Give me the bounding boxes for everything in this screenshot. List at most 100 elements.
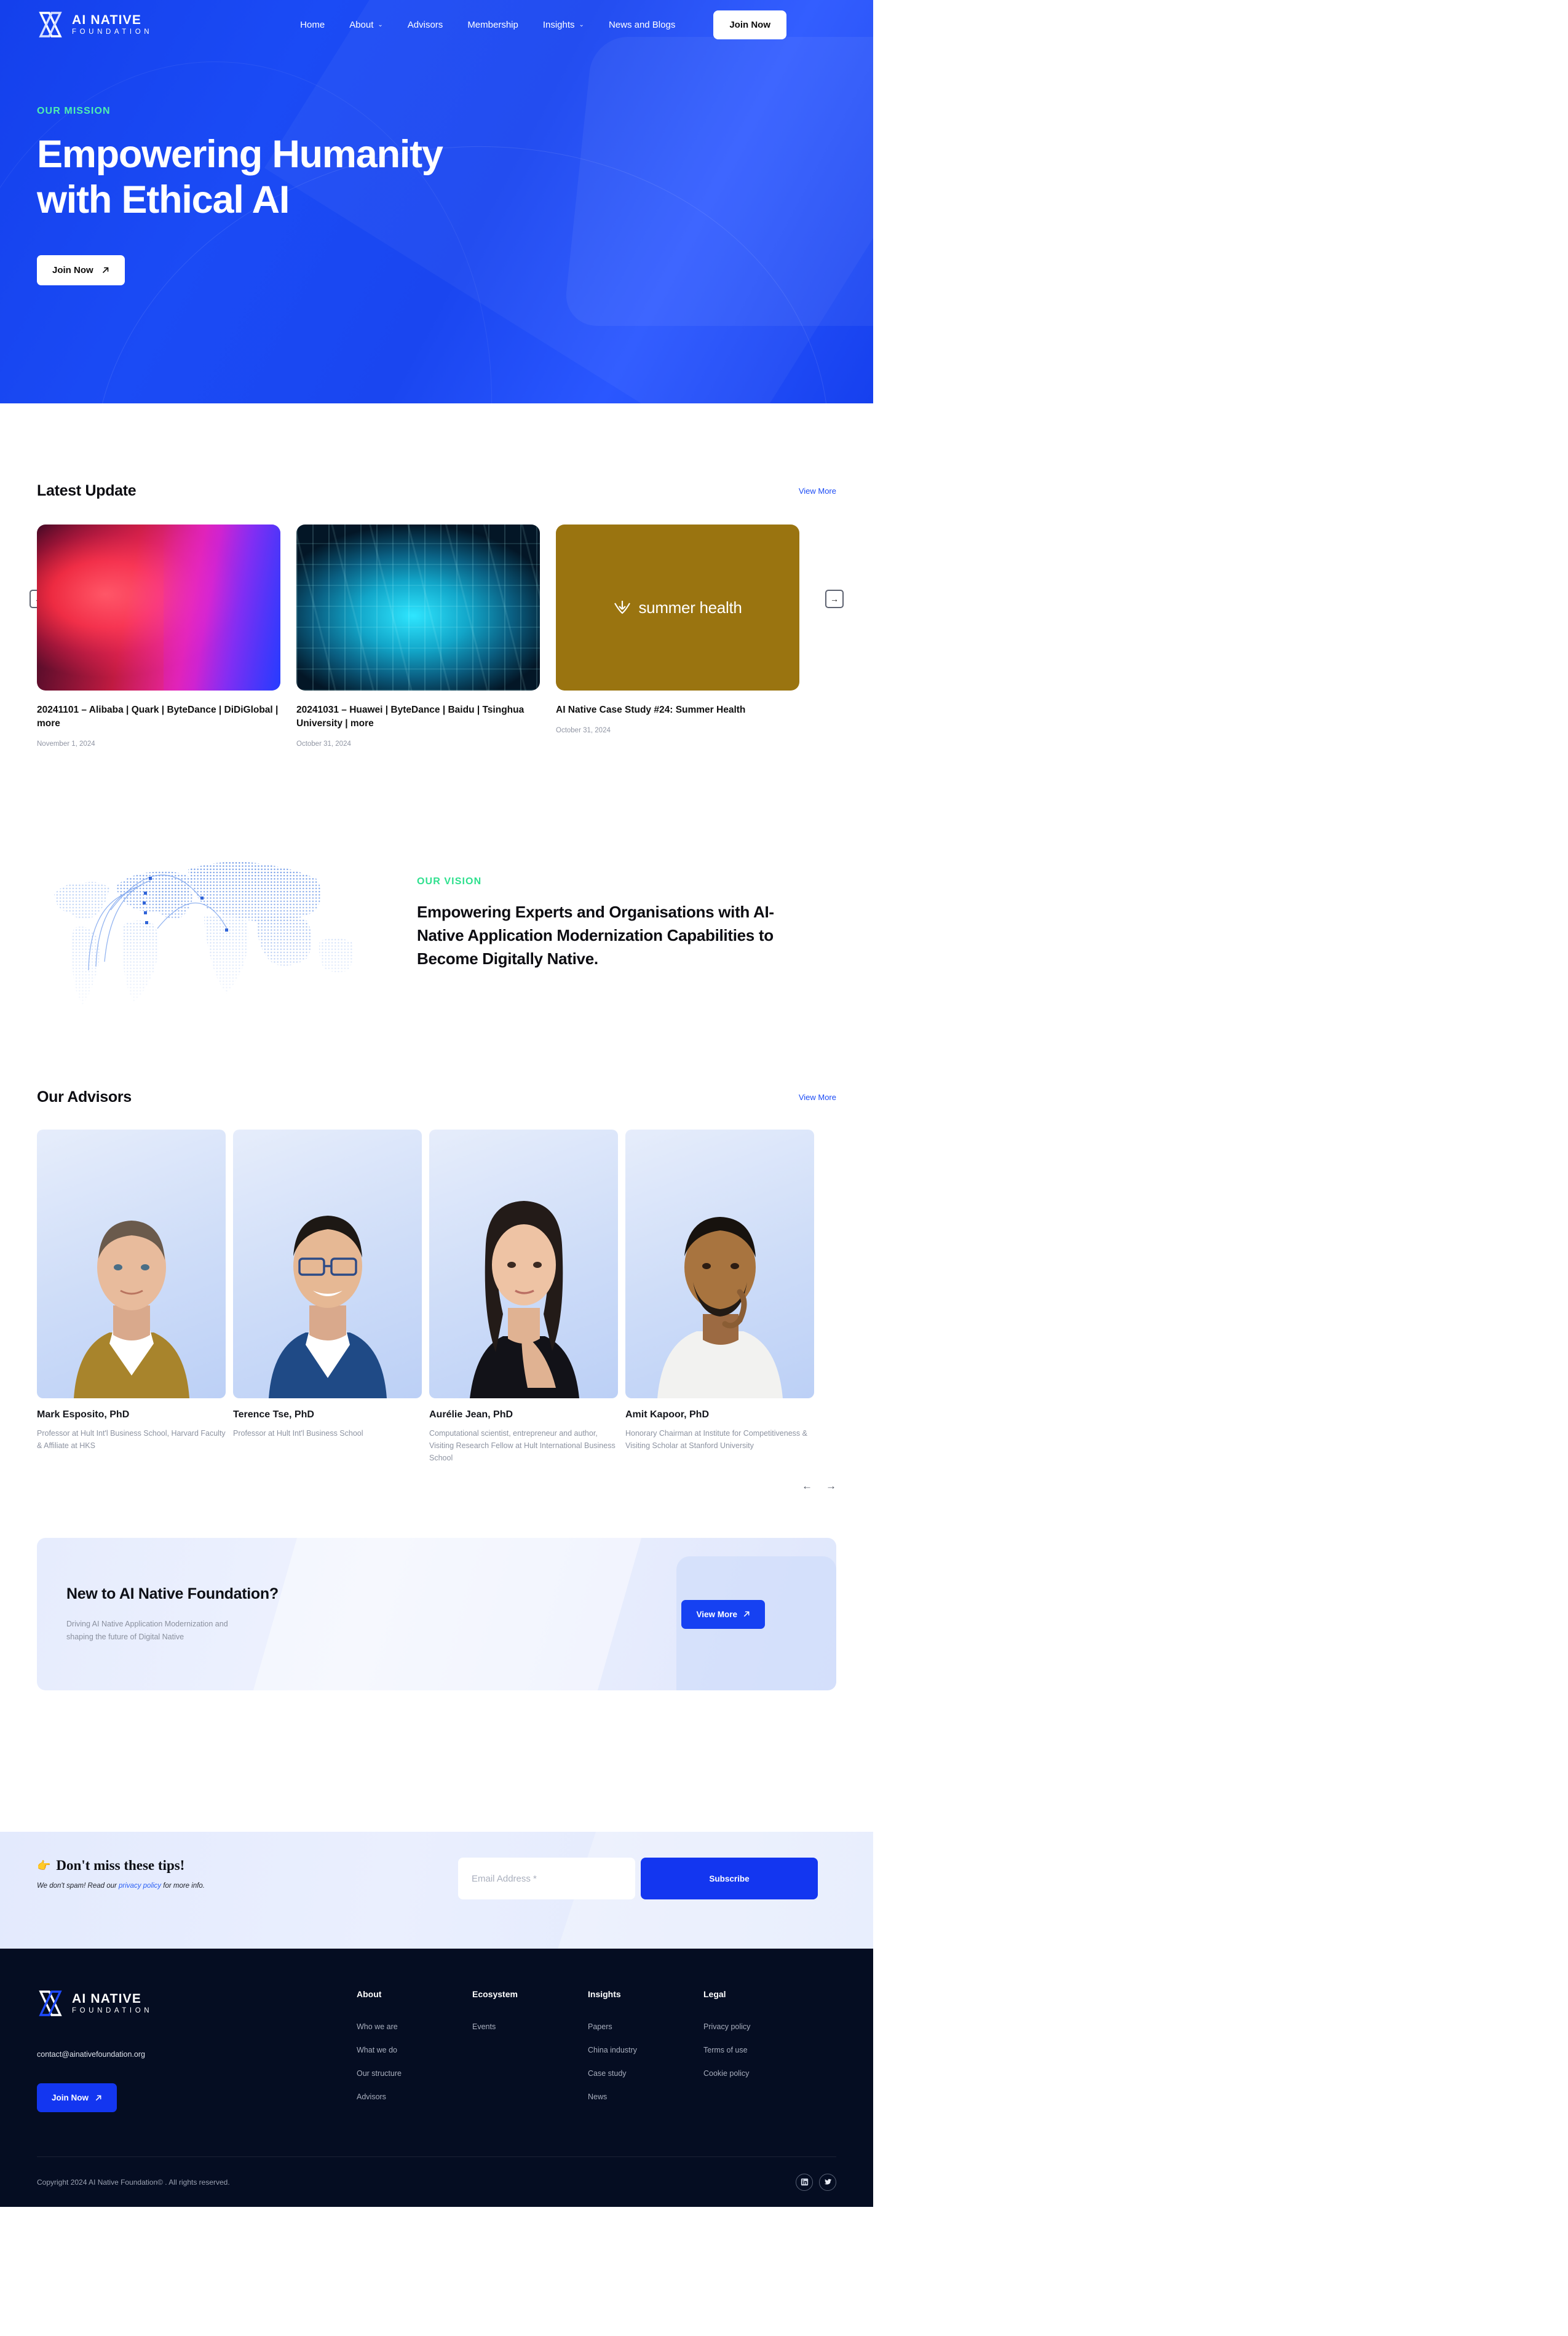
- nav-item-membership[interactable]: Membership: [455, 20, 531, 30]
- nav-links: Home About ⌄ Advisors Membership Insight…: [288, 10, 787, 39]
- footer-link[interactable]: What we do: [357, 2046, 472, 2054]
- latest-card[interactable]: 20241101 – Alibaba | Quark | ByteDance |…: [37, 525, 280, 748]
- footer-column-about: About Who we are What we do Our structur…: [357, 1989, 472, 2112]
- cta-view-more-label: View More: [696, 1609, 737, 1619]
- pointing-hand-icon: 👉: [37, 1859, 51, 1872]
- advisors-next-button[interactable]: →: [826, 1480, 836, 1492]
- ai-native-infinity-logo-icon: [39, 12, 62, 38]
- nav-item-label: Advisors: [407, 19, 443, 30]
- chevron-down-icon: ⌄: [579, 21, 584, 28]
- hero-join-now-button[interactable]: Join Now: [37, 255, 125, 285]
- advisor-card[interactable]: Mark Esposito, PhD Professor at Hult Int…: [37, 1130, 226, 1465]
- advisor-card[interactable]: Terence Tse, PhD Professor at Hult Int'l…: [233, 1130, 422, 1465]
- footer-column-title: About: [357, 1989, 382, 2000]
- chevron-down-icon: ⌄: [378, 21, 383, 28]
- advisor-role: Honorary Chairman at Institute for Compe…: [625, 1429, 807, 1450]
- email-input[interactable]: [458, 1858, 635, 1900]
- latest-update-carousel: ← → 20241101 – Alibaba | Quark | ByteDan…: [30, 525, 844, 748]
- nav-item-label: About: [349, 19, 374, 30]
- dotted-world-map-icon: [54, 861, 354, 1005]
- nav-item-insights[interactable]: Insights ⌄: [531, 20, 596, 30]
- advisor-card[interactable]: Aurélie Jean, PhD Computational scientis…: [429, 1130, 618, 1465]
- latest-card[interactable]: summer health AI Native Case Study #24: …: [556, 525, 799, 748]
- footer-link[interactable]: Cookie policy: [703, 2069, 819, 2078]
- page-root: AI NATIVE FOUNDATION Home About ⌄ Adviso…: [0, 0, 873, 2207]
- nav-item-home[interactable]: Home: [288, 20, 337, 30]
- footer-link[interactable]: Our structure: [357, 2069, 472, 2078]
- advisor-role: Professor at Hult Int'l Business School,…: [37, 1429, 226, 1450]
- footer-top: AI NATIVE FOUNDATION contact@ainativefou…: [37, 1989, 836, 2113]
- portrait-long-dark-hair-icon: [470, 1201, 579, 1398]
- footer-link[interactable]: Events: [472, 2022, 588, 2031]
- newsletter-subtitle: We don't spam! Read our privacy policy f…: [37, 1882, 458, 1890]
- hero-title: Empowering Humanity with Ethical AI: [37, 132, 590, 223]
- footer-brand: AI NATIVE FOUNDATION contact@ainativefou…: [37, 1989, 357, 2113]
- newsletter-copy: 👉 Don't miss these tips! We don't spam! …: [37, 1858, 458, 1890]
- vision-world-map-image: [37, 820, 394, 1023]
- footer-logo[interactable]: AI NATIVE FOUNDATION: [37, 1989, 357, 2017]
- latest-card-image: [296, 525, 540, 691]
- cta-view-more-button[interactable]: View More: [681, 1599, 765, 1629]
- linkedin-link[interactable]: [796, 2173, 813, 2191]
- nav-item-about[interactable]: About ⌄: [337, 20, 395, 30]
- nav-item-advisors[interactable]: Advisors: [395, 20, 456, 30]
- latest-update-section: Latest Update View More ← → 20241101 – A…: [0, 482, 873, 748]
- latest-view-more-link[interactable]: View More: [799, 486, 836, 496]
- cta-copy: New to AI Native Foundation? Driving AI …: [66, 1585, 681, 1644]
- nav-item-label: News and Blogs: [608, 19, 676, 30]
- footer-link[interactable]: News: [588, 2093, 703, 2101]
- footer-column-legal: Legal Privacy policy Terms of use Cookie…: [703, 1989, 819, 2112]
- social-links: [796, 2173, 836, 2191]
- advisors-prev-button[interactable]: ←: [802, 1480, 812, 1492]
- newsletter-title-text: Don't miss these tips!: [56, 1858, 185, 1874]
- advisor-name: Amit Kapoor, PhD: [625, 1409, 710, 1420]
- cta-title: New to AI Native Foundation?: [66, 1585, 279, 1602]
- hero-content: OUR MISSION Empowering Humanity with Eth…: [0, 49, 873, 285]
- footer-join-now-button[interactable]: Join Now: [37, 2083, 117, 2113]
- footer-link[interactable]: China industry: [588, 2046, 703, 2054]
- advisor-role: Computational scientist, entrepreneur an…: [429, 1429, 616, 1462]
- footer-link[interactable]: Privacy policy: [703, 2022, 819, 2031]
- subscribe-button[interactable]: Subscribe: [641, 1858, 818, 1900]
- footer-link[interactable]: Advisors: [357, 2093, 472, 2101]
- linkedin-icon: [801, 2179, 808, 2186]
- nav-join-now-button[interactable]: Join Now: [713, 10, 787, 39]
- footer-bottom-bar: Copyright 2024 AI Native Foundation© . A…: [37, 2156, 836, 2207]
- advisors-view-more-link[interactable]: View More: [799, 1093, 836, 1102]
- latest-card-image: [37, 525, 280, 691]
- footer-link[interactable]: Who we are: [357, 2022, 472, 2031]
- vision-section: OUR VISION Empowering Experts and Organi…: [0, 820, 873, 1023]
- privacy-policy-link[interactable]: privacy policy: [119, 1882, 161, 1890]
- footer-link[interactable]: Case study: [588, 2069, 703, 2078]
- arrow-up-right-icon: [95, 2095, 101, 2100]
- main-navigation: AI NATIVE FOUNDATION Home About ⌄ Adviso…: [0, 0, 873, 49]
- nav-item-news-and-blogs[interactable]: News and Blogs: [596, 20, 687, 30]
- logo-line-2: FOUNDATION: [72, 28, 153, 36]
- latest-card-title: 20241031 – Huawei | ByteDance | Baidu | …: [296, 705, 525, 729]
- carousel-next-button[interactable]: →: [825, 590, 844, 608]
- hero-eyebrow: OUR MISSION: [37, 106, 111, 116]
- footer-column-insights: Insights Papers China industry Case stud…: [588, 1989, 703, 2112]
- site-logo[interactable]: AI NATIVE FOUNDATION: [37, 10, 152, 39]
- latest-update-title: Latest Update: [37, 482, 137, 499]
- arrow-up-right-icon: [102, 267, 108, 273]
- footer-column-title: Insights: [588, 1989, 621, 2000]
- hero-section: AI NATIVE FOUNDATION Home About ⌄ Adviso…: [0, 0, 873, 403]
- cta-banner: New to AI Native Foundation? Driving AI …: [37, 1538, 836, 1691]
- latest-card-date: October 31, 2024: [296, 740, 351, 748]
- latest-card[interactable]: 20241031 – Huawei | ByteDance | Baidu | …: [296, 525, 540, 748]
- hero-title-line-2: with Ethical AI: [37, 178, 290, 222]
- nav-item-label: Insights: [542, 19, 575, 30]
- footer-link[interactable]: Terms of use: [703, 2046, 819, 2054]
- twitter-link[interactable]: [819, 2173, 836, 2191]
- newsletter-sub-suffix: for more info.: [161, 1882, 205, 1890]
- advisor-card[interactable]: Amit Kapoor, PhD Honorary Chairman at In…: [625, 1130, 814, 1465]
- footer-contact-email[interactable]: contact@ainativefoundation.org: [37, 2050, 357, 2059]
- footer-join-now-label: Join Now: [52, 2093, 89, 2103]
- advisors-grid: Mark Esposito, PhD Professor at Hult Int…: [37, 1130, 836, 1465]
- summer-health-logo: summer health: [613, 598, 742, 617]
- footer-link[interactable]: Papers: [588, 2022, 703, 2031]
- latest-card-date: November 1, 2024: [37, 740, 95, 748]
- vision-eyebrow: OUR VISION: [417, 876, 482, 887]
- arrow-up-right-icon: [743, 1611, 750, 1617]
